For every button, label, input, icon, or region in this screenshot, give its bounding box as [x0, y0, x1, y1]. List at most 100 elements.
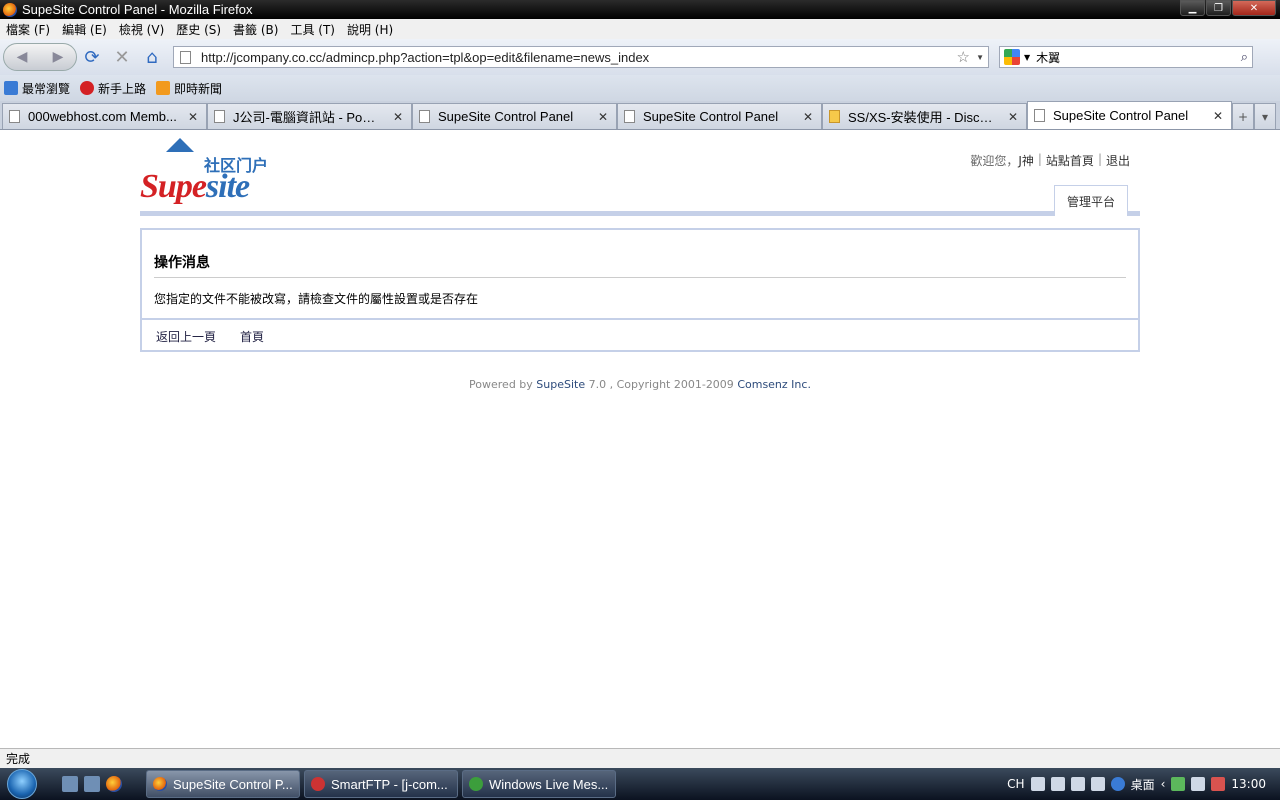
- home-icon[interactable]: ⌂: [137, 43, 167, 71]
- page-icon: [419, 110, 430, 123]
- volume-icon[interactable]: [1211, 777, 1226, 791]
- reload-icon[interactable]: ⟳: [77, 43, 107, 71]
- tab-000webhost[interactable]: 000webhost.com Memb... ✕: [2, 103, 207, 129]
- taskbar-buttons: SupeSite Control P... SmartFTP - [j-com.…: [146, 770, 616, 798]
- close-window-button[interactable]: ✕: [1232, 0, 1276, 16]
- divider: |: [1037, 152, 1042, 166]
- divider: |: [1097, 152, 1102, 166]
- url-text[interactable]: http://jcompany.co.cc/admincp.php?action…: [201, 50, 649, 65]
- bookmark-getting-started[interactable]: 新手上路: [80, 80, 146, 97]
- minimize-button[interactable]: ▁: [1180, 0, 1205, 16]
- tray-expand-icon[interactable]: ‹: [1161, 777, 1166, 791]
- tab-close-icon[interactable]: ✕: [803, 110, 813, 124]
- page-icon: [1034, 109, 1045, 122]
- welcome-text: 歡迎您，: [970, 154, 1019, 168]
- desktop-toolbar[interactable]: 桌面: [1131, 776, 1155, 793]
- taskbar-label: SupeSite Control P...: [173, 776, 293, 792]
- show-desktop-icon[interactable]: [62, 776, 78, 792]
- supesite-logo[interactable]: 社区门户 Supesite: [140, 138, 280, 205]
- firefox-bookmark-icon: [80, 81, 95, 95]
- ime-width-icon[interactable]: [1070, 777, 1085, 791]
- new-tab-button[interactable]: +: [1232, 103, 1254, 129]
- search-icon[interactable]: ⌕: [1241, 50, 1248, 65]
- tab-close-icon[interactable]: ✕: [1213, 109, 1223, 123]
- back-arrow-icon[interactable]: ◀: [17, 49, 28, 65]
- help-icon[interactable]: [1110, 777, 1125, 791]
- page-content: 社区门户 Supesite 歡迎您， J神 | 站點首頁 | 退出 管理平台 操…: [0, 130, 1280, 748]
- footer-version: 7.0 , Copyright 2001-2009: [585, 378, 738, 391]
- menu-bookmarks[interactable]: 書籤 (B): [233, 21, 278, 38]
- search-engine-dropdown-icon[interactable]: ▼: [1024, 53, 1030, 62]
- window-title: SupeSite Control Panel - Mozilla Firefox: [22, 2, 253, 17]
- menu-tools[interactable]: 工具 (T): [290, 21, 335, 38]
- tab-supesite-2[interactable]: SupeSite Control Panel ✕: [617, 103, 822, 129]
- tab-jcompany[interactable]: J公司-電腦資訊站 - Power... ✕: [207, 103, 412, 129]
- bookmark-star-icon[interactable]: ☆: [957, 48, 970, 66]
- menu-edit[interactable]: 編輯 (E): [62, 21, 107, 38]
- footer-powered: Powered by: [469, 378, 537, 391]
- message-box: 操作消息 您指定的文件不能被改寫，請檢查文件的屬性設置或是否存在 返回上一頁 首…: [140, 228, 1140, 352]
- tab-close-icon[interactable]: ✕: [393, 110, 403, 124]
- url-bar[interactable]: http://jcompany.co.cc/admincp.php?action…: [173, 46, 989, 68]
- footer-product-link[interactable]: SupeSite: [536, 378, 585, 391]
- logout-link[interactable]: 退出: [1106, 152, 1130, 169]
- page-footer: Powered by SupeSite 7.0 , Copyright 2001…: [0, 378, 1280, 391]
- taskbar-live-messenger[interactable]: Windows Live Mes...: [462, 770, 616, 798]
- menu-help[interactable]: 說明 (H): [347, 21, 393, 38]
- menu-file[interactable]: 檔案 (F): [6, 21, 50, 38]
- forward-arrow-icon[interactable]: ▶: [53, 49, 64, 65]
- tab-supesite-1[interactable]: SupeSite Control Panel ✕: [412, 103, 617, 129]
- window-titlebar: SupeSite Control Panel - Mozilla Firefox…: [0, 0, 1280, 19]
- user-links: 歡迎您， J神 | 站點首頁 | 退出: [970, 152, 1130, 169]
- language-indicator[interactable]: CH: [1007, 777, 1024, 791]
- site-home-link[interactable]: 站點首頁: [1046, 152, 1094, 169]
- clock[interactable]: 13:00: [1231, 777, 1266, 791]
- tab-supesite-active[interactable]: SupeSite Control Panel ✕: [1027, 101, 1232, 129]
- most-visited-icon: [4, 81, 18, 95]
- taskbar-firefox[interactable]: SupeSite Control P...: [146, 770, 300, 798]
- tab-list-button[interactable]: ▾: [1254, 103, 1276, 129]
- taskbar-smartftp[interactable]: SmartFTP - [j-com...: [304, 770, 458, 798]
- back-link[interactable]: 返回上一頁: [156, 328, 216, 345]
- bookmark-most-visited[interactable]: 最常瀏覽: [4, 80, 70, 97]
- status-bar: 完成: [0, 748, 1280, 768]
- search-bar[interactable]: ▼ 木翼 ⌕: [999, 46, 1253, 68]
- tab-close-icon[interactable]: ✕: [188, 110, 198, 124]
- firefox-quicklaunch-icon[interactable]: [106, 776, 122, 792]
- tab-label: SupeSite Control Panel: [1053, 108, 1189, 123]
- bookmark-latest-news[interactable]: 即時新聞: [156, 80, 222, 97]
- tab-close-icon[interactable]: ✕: [598, 110, 608, 124]
- maximize-button[interactable]: ❐: [1206, 0, 1231, 16]
- messenger-tray-icon[interactable]: [1171, 777, 1186, 791]
- stop-icon[interactable]: ✕: [107, 43, 137, 71]
- page-icon: [624, 110, 635, 123]
- menu-bar: 檔案 (F) 編輯 (E) 檢視 (V) 歷史 (S) 書籤 (B) 工具 (T…: [0, 19, 1280, 39]
- windows-logo-icon: [7, 769, 37, 799]
- logo-supe: Supe: [140, 168, 207, 205]
- ime-icon[interactable]: [1030, 777, 1045, 791]
- google-icon[interactable]: [1004, 49, 1020, 65]
- tab-admin-platform[interactable]: 管理平台: [1054, 185, 1128, 216]
- username-link[interactable]: J神: [1018, 152, 1034, 169]
- menu-history[interactable]: 歷史 (S): [176, 21, 221, 38]
- message-title: 操作消息: [154, 255, 210, 271]
- url-dropdown-icon[interactable]: ▼: [976, 53, 984, 62]
- menu-view[interactable]: 檢視 (V): [119, 21, 164, 38]
- switch-windows-icon[interactable]: [84, 776, 100, 792]
- network-icon[interactable]: [1191, 777, 1206, 791]
- start-button[interactable]: [0, 768, 44, 800]
- quick-launch: [62, 776, 122, 792]
- search-input[interactable]: 木翼: [1036, 49, 1060, 66]
- ime-pad-icon[interactable]: [1090, 777, 1105, 791]
- bookmark-label: 新手上路: [98, 81, 147, 96]
- footer-company-link[interactable]: Comsenz Inc.: [737, 378, 811, 391]
- home-link[interactable]: 首頁: [240, 328, 264, 345]
- tab-label: SupeSite Control Panel: [643, 109, 779, 124]
- tab-close-icon[interactable]: ✕: [1008, 110, 1018, 124]
- tab-discuz[interactable]: SS/XS-安裝使用 - Discuz! ... ✕: [822, 103, 1027, 129]
- taskbar-label: Windows Live Mes...: [489, 776, 609, 792]
- ime-mode-icon[interactable]: [1050, 777, 1065, 791]
- page-icon: [9, 110, 20, 123]
- discuz-icon: [829, 110, 840, 123]
- logo-roof-icon: [166, 138, 194, 152]
